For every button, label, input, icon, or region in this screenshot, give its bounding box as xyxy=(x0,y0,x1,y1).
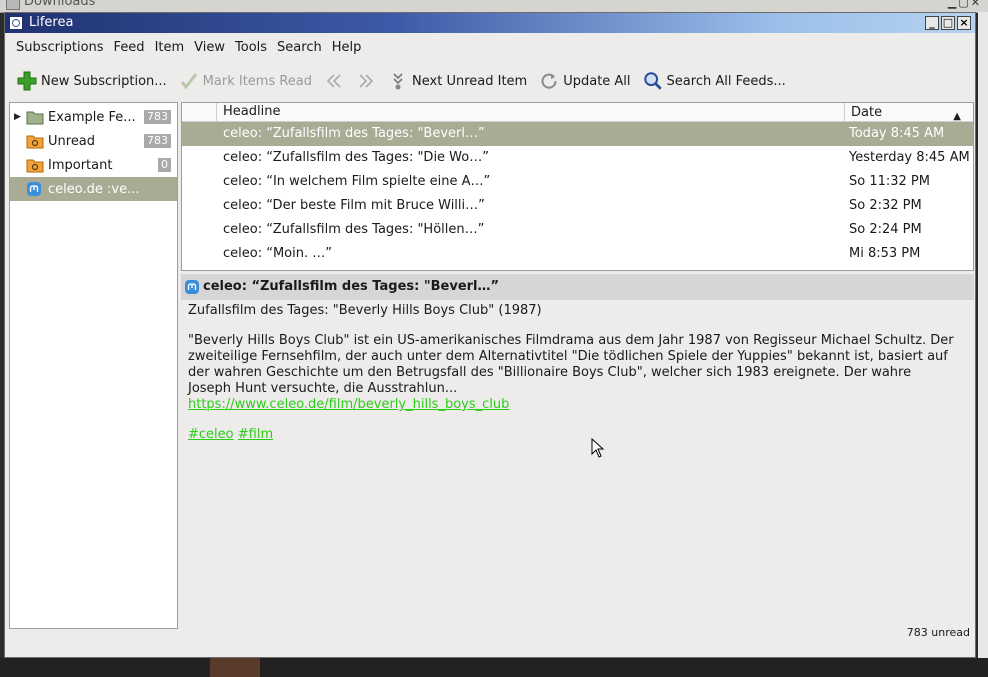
mark-items-read-button[interactable]: Mark Items Read xyxy=(175,69,316,93)
menu-tools[interactable]: Tools xyxy=(230,40,272,55)
search-folder-icon xyxy=(26,133,44,149)
add-icon xyxy=(17,71,37,91)
feed-label: Example Fe... xyxy=(48,109,136,125)
background-thumbnail xyxy=(210,658,260,677)
date-column-header[interactable]: Date ▲ xyxy=(844,103,969,122)
item-header: celeo: “Zufallsfilm des Tages: "Beverl…” xyxy=(181,274,974,300)
feed-item-unread[interactable]: Unread 783 xyxy=(10,129,177,153)
item-content: Zufallsfilm des Tages: "Beverly Hills Bo… xyxy=(188,303,958,457)
mark-items-read-label: Mark Items Read xyxy=(202,73,313,89)
item-body: "Beverly Hills Boys Club" ist ein US-ame… xyxy=(188,333,954,396)
titlebar[interactable]: Liferea _ □ × xyxy=(5,13,975,33)
update-all-button[interactable]: Update All xyxy=(535,69,634,93)
feed-label: celeo.de :ve... xyxy=(48,181,140,197)
headline-text: celeo: “Der beste Film mit Bruce Willi…” xyxy=(223,198,485,213)
table-row[interactable]: celeo: “Zufallsfilm des Tages: "Beverl…”… xyxy=(182,122,973,146)
mastodon-icon xyxy=(184,279,200,299)
expander-arrow-icon[interactable]: ▶ xyxy=(14,112,22,122)
back-arrow-icon xyxy=(324,71,344,91)
unread-count-badge: 783 xyxy=(144,134,171,148)
date-text: So 2:24 PM xyxy=(849,222,922,237)
forward-arrow-icon xyxy=(356,71,376,91)
previous-item-button[interactable] xyxy=(320,69,348,93)
background-window-controls: ▁▢✕ xyxy=(947,0,982,9)
headline-text: celeo: “Zufallsfilm des Tages: "Die Wo…” xyxy=(223,150,489,165)
headline-list: Headline Date ▲ celeo: “Zufallsfilm des … xyxy=(181,102,974,271)
feed-item-celeo[interactable]: celeo.de :ve... xyxy=(10,177,177,201)
window-title: Liferea xyxy=(29,15,74,30)
maximize-button[interactable]: □ xyxy=(941,16,955,30)
new-subscription-label: New Subscription... xyxy=(41,73,167,89)
table-row[interactable]: celeo: “Zufallsfilm des Tages: "Die Wo…”… xyxy=(182,146,973,170)
table-row[interactable]: celeo: “Der beste Film mit Bruce Willi…”… xyxy=(182,194,973,218)
date-text: Mi 8:53 PM xyxy=(849,246,921,261)
headline-text: celeo: “In welchem Film spielte eine A…” xyxy=(223,174,491,189)
new-subscription-button[interactable]: New Subscription... xyxy=(13,69,171,93)
date-text: So 2:32 PM xyxy=(849,198,922,213)
update-all-label: Update All xyxy=(563,73,631,89)
feed-label: Important xyxy=(48,157,113,173)
item-title[interactable]: celeo: “Zufallsfilm des Tages: "Beverl…” xyxy=(203,279,499,294)
next-unread-icon xyxy=(388,71,408,91)
search-all-feeds-button[interactable]: Search All Feeds... xyxy=(639,69,790,93)
item-first-line: Zufallsfilm des Tages: "Beverly Hills Bo… xyxy=(188,303,542,318)
refresh-icon xyxy=(539,71,559,91)
liferea-app-icon xyxy=(9,16,23,30)
headline-text: celeo: “Zufallsfilm des Tages: "Beverl…” xyxy=(223,126,485,141)
mastodon-icon xyxy=(26,181,44,197)
date-text: Today 8:45 AM xyxy=(849,126,945,141)
minimize-button[interactable]: _ xyxy=(925,16,939,30)
feed-label: Unread xyxy=(48,133,96,149)
folder-icon xyxy=(26,109,44,125)
menu-help[interactable]: Help xyxy=(327,40,367,55)
background-taskbar xyxy=(0,658,988,677)
headline-list-header: Headline Date ▲ xyxy=(182,103,973,122)
menu-feed[interactable]: Feed xyxy=(109,40,150,55)
tag-link-celeo[interactable]: #celeo xyxy=(188,427,234,442)
table-row[interactable]: celeo: “Zufallsfilm des Tages: "Höllen…”… xyxy=(182,218,973,242)
headline-text: celeo: “Moin. …” xyxy=(223,246,332,261)
next-unread-item-button[interactable]: Next Unread Item xyxy=(384,69,531,93)
next-unread-item-label: Next Unread Item xyxy=(412,73,528,89)
feed-item-important[interactable]: Important 0 xyxy=(10,153,177,177)
menu-subscriptions[interactable]: Subscriptions xyxy=(11,40,109,55)
close-button[interactable]: × xyxy=(957,16,971,30)
search-folder-icon xyxy=(26,157,44,173)
table-row[interactable]: celeo: “Moin. …” Mi 8:53 PM xyxy=(182,242,973,266)
search-all-feeds-label: Search All Feeds... xyxy=(666,73,786,89)
menu-view[interactable]: View xyxy=(189,40,230,55)
next-item-button[interactable] xyxy=(352,69,380,93)
menubar: Subscriptions Feed Item View Tools Searc… xyxy=(5,35,975,59)
date-column-label: Date xyxy=(851,105,883,120)
folder-icon xyxy=(6,0,20,10)
unread-count-badge: 0 xyxy=(158,158,171,172)
background-window-title: Downloads xyxy=(24,0,96,9)
date-text: Yesterday 8:45 AM xyxy=(849,150,970,165)
unread-count-badge: 783 xyxy=(144,110,171,124)
table-row[interactable]: celeo: “In welchem Film spielte eine A…”… xyxy=(182,170,973,194)
state-column-header[interactable] xyxy=(182,103,217,121)
feed-item-example-feeds[interactable]: ▶ Example Fe... 783 xyxy=(10,105,177,129)
headline-text: celeo: “Zufallsfilm des Tages: "Höllen…” xyxy=(223,222,485,237)
feed-list: ▶ Example Fe... 783 Unread 783 Important… xyxy=(9,102,178,629)
status-text: 783 unread xyxy=(906,626,970,639)
tag-link-film[interactable]: #film xyxy=(238,427,273,442)
headline-column-header[interactable]: Headline xyxy=(223,104,280,119)
toolbar: New Subscription... Mark Items Read Next… xyxy=(5,63,975,99)
date-text: So 11:32 PM xyxy=(849,174,930,189)
mouse-pointer-icon xyxy=(591,437,605,462)
background-window-edge xyxy=(978,12,988,658)
checkmark-icon xyxy=(179,71,199,91)
search-icon xyxy=(643,71,663,91)
item-link[interactable]: https://www.celeo.de/film/beverly_hills_… xyxy=(188,397,509,412)
menu-item[interactable]: Item xyxy=(150,40,190,55)
menu-search[interactable]: Search xyxy=(272,40,327,55)
